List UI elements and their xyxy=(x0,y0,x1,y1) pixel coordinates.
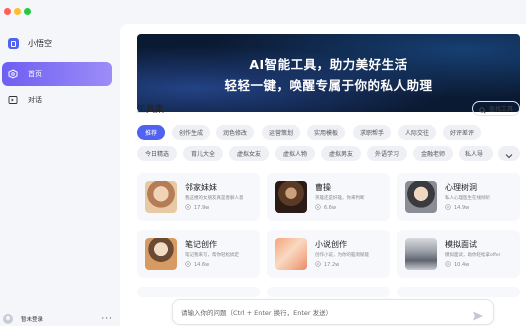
category-chip[interactable]: 育儿大全 xyxy=(183,146,223,161)
tool-title: 笔记创作 xyxy=(185,240,217,249)
sidebar-item-label: 对话 xyxy=(28,96,42,104)
banner-headline: AI智能工具，助力美好生活 xyxy=(249,57,408,72)
category-chip[interactable]: 金融老师 xyxy=(413,146,453,161)
tool-card[interactable] xyxy=(397,287,520,297)
category-chip[interactable]: 好评差评 xyxy=(443,125,481,140)
tool-description: 笔记我来写，帮你轻松搞定 xyxy=(185,253,239,258)
minimize-window-button[interactable] xyxy=(14,8,21,15)
tool-description: 私人心理医生在线倾听 xyxy=(445,196,490,201)
category-chip[interactable]: 求职帮手 xyxy=(353,125,391,140)
section-title: 工具集 xyxy=(137,105,165,115)
tool-title: 模拟面试 xyxy=(445,240,477,249)
tool-card[interactable] xyxy=(267,287,390,297)
find-tool-button[interactable]: 查找工具 xyxy=(472,101,520,116)
category-chip[interactable]: 运营策划 xyxy=(262,125,300,140)
eye-icon xyxy=(315,261,321,269)
hero-banner: AI智能工具，助力美好生活 轻轻一键，唤醒专属于你的私人助理 xyxy=(137,34,520,112)
expand-categories-button[interactable] xyxy=(498,146,520,161)
category-chip[interactable]: 推荐 xyxy=(137,125,165,140)
category-chip[interactable]: 今日精选 xyxy=(137,146,177,161)
category-chip[interactable]: 虚拟女友 xyxy=(229,146,269,161)
category-chip[interactable]: 润色修改 xyxy=(216,125,254,140)
banner-subheadline: 轻轻一键，唤醒专属于你的私人助理 xyxy=(224,78,433,93)
tool-thumbnail xyxy=(275,238,307,270)
category-chip[interactable]: 虚拟人物 xyxy=(275,146,315,161)
sidebar-item-chat[interactable]: 对话 xyxy=(2,88,112,112)
main-content: AI智能工具，助力美好生活 轻轻一键，唤醒专属于你的私人助理 工具集 查找工具 … xyxy=(120,24,526,326)
tool-description: 我这楼的女朋友真是善解人意 xyxy=(185,196,244,201)
sidebar-item-label: 首页 xyxy=(28,70,42,78)
tool-card[interactable]: 小说创作 创作小说，为你的脑洞赋能 17.2w xyxy=(267,230,390,278)
category-chip[interactable]: 外语学习 xyxy=(367,146,407,161)
tool-card[interactable]: 模拟面试 模拟面试，助你轻松拿offer 10.4w xyxy=(397,230,520,278)
view-count-value: 10.4w xyxy=(454,262,470,268)
view-count: 14.6w xyxy=(185,261,210,269)
view-count: 17.9w xyxy=(185,204,210,212)
view-count-value: 14.6w xyxy=(194,262,210,268)
category-chip[interactable]: 私人导 xyxy=(459,146,493,161)
chat-input-placeholder: 请输入你的问题（Ctrl + Enter 换行，Enter 发送） xyxy=(181,309,333,317)
eye-icon xyxy=(445,261,451,269)
tool-card[interactable]: 笔记创作 笔记我来写，帮你轻松搞定 14.6w xyxy=(137,230,260,278)
search-icon xyxy=(479,99,486,118)
sidebar: 小悟空 首页 对话 暂未登录 ··· xyxy=(0,24,120,326)
more-options-button[interactable]: ··· xyxy=(101,315,113,324)
view-count-value: 14.9w xyxy=(454,205,470,211)
tool-card[interactable]: 心理树洞 私人心理医生在线倾听 14.9w xyxy=(397,173,520,221)
chat-icon xyxy=(8,95,18,105)
login-status: 暂未登录 xyxy=(21,317,44,323)
tool-title: 小说创作 xyxy=(315,240,347,249)
find-tool-label: 查找工具 xyxy=(489,106,514,113)
tool-card[interactable]: 邻家妹妹 我这楼的女朋友真是善解人意 17.9w xyxy=(137,173,260,221)
maximize-window-button[interactable] xyxy=(24,8,31,15)
tool-title: 心理树洞 xyxy=(445,183,477,192)
tool-thumbnail xyxy=(275,181,307,213)
send-icon[interactable] xyxy=(472,307,484,321)
view-count-value: 17.2w xyxy=(324,262,340,268)
tool-card[interactable]: 曹操 英雄还是奸雄，你来判断 6.6w xyxy=(267,173,390,221)
tool-card[interactable] xyxy=(137,287,260,297)
avatar[interactable] xyxy=(3,314,13,324)
tool-thumbnail xyxy=(405,181,437,213)
sidebar-item-home[interactable]: 首页 xyxy=(2,62,112,86)
tool-title: 邻家妹妹 xyxy=(185,183,217,192)
eye-icon xyxy=(185,261,191,269)
app-window: 小悟空 首页 对话 暂未登录 ··· AI智能工具，助力美好生活 轻轻一键，唤醒… xyxy=(0,0,526,326)
tool-thumbnail xyxy=(145,238,177,270)
view-count: 17.2w xyxy=(315,261,340,269)
app-name: 小悟空 xyxy=(28,38,52,48)
chat-input[interactable]: 请输入你的问题（Ctrl + Enter 换行，Enter 发送） xyxy=(172,299,494,325)
tool-title: 曹操 xyxy=(315,183,331,192)
user-area[interactable]: 暂未登录 ··· xyxy=(3,314,115,324)
eye-icon xyxy=(315,204,321,212)
category-chip[interactable]: 创作生成 xyxy=(172,125,210,140)
eye-icon xyxy=(185,204,191,212)
close-window-button[interactable] xyxy=(4,8,11,15)
home-icon xyxy=(8,69,18,79)
category-chip[interactable]: 人际交往 xyxy=(398,125,436,140)
view-count-value: 17.9w xyxy=(194,205,210,211)
tool-description: 创作小说，为你的脑洞赋能 xyxy=(315,253,369,258)
chevron-down-icon xyxy=(505,144,513,163)
view-count: 6.6w xyxy=(315,204,337,212)
view-count: 14.9w xyxy=(445,204,470,212)
brand: 小悟空 xyxy=(8,36,52,50)
tool-thumbnail xyxy=(145,181,177,213)
app-logo-icon xyxy=(8,37,19,49)
title-bar xyxy=(0,0,526,24)
tool-description: 英雄还是奸雄，你来判断 xyxy=(315,196,365,201)
eye-icon xyxy=(445,204,451,212)
view-count: 10.4w xyxy=(445,261,470,269)
tool-thumbnail xyxy=(405,238,437,270)
tool-description: 模拟面试，助你轻松拿offer xyxy=(445,253,501,258)
category-chip[interactable]: 虚拟男友 xyxy=(321,146,361,161)
view-count-value: 6.6w xyxy=(324,205,337,211)
category-chip[interactable]: 实用模板 xyxy=(307,125,345,140)
